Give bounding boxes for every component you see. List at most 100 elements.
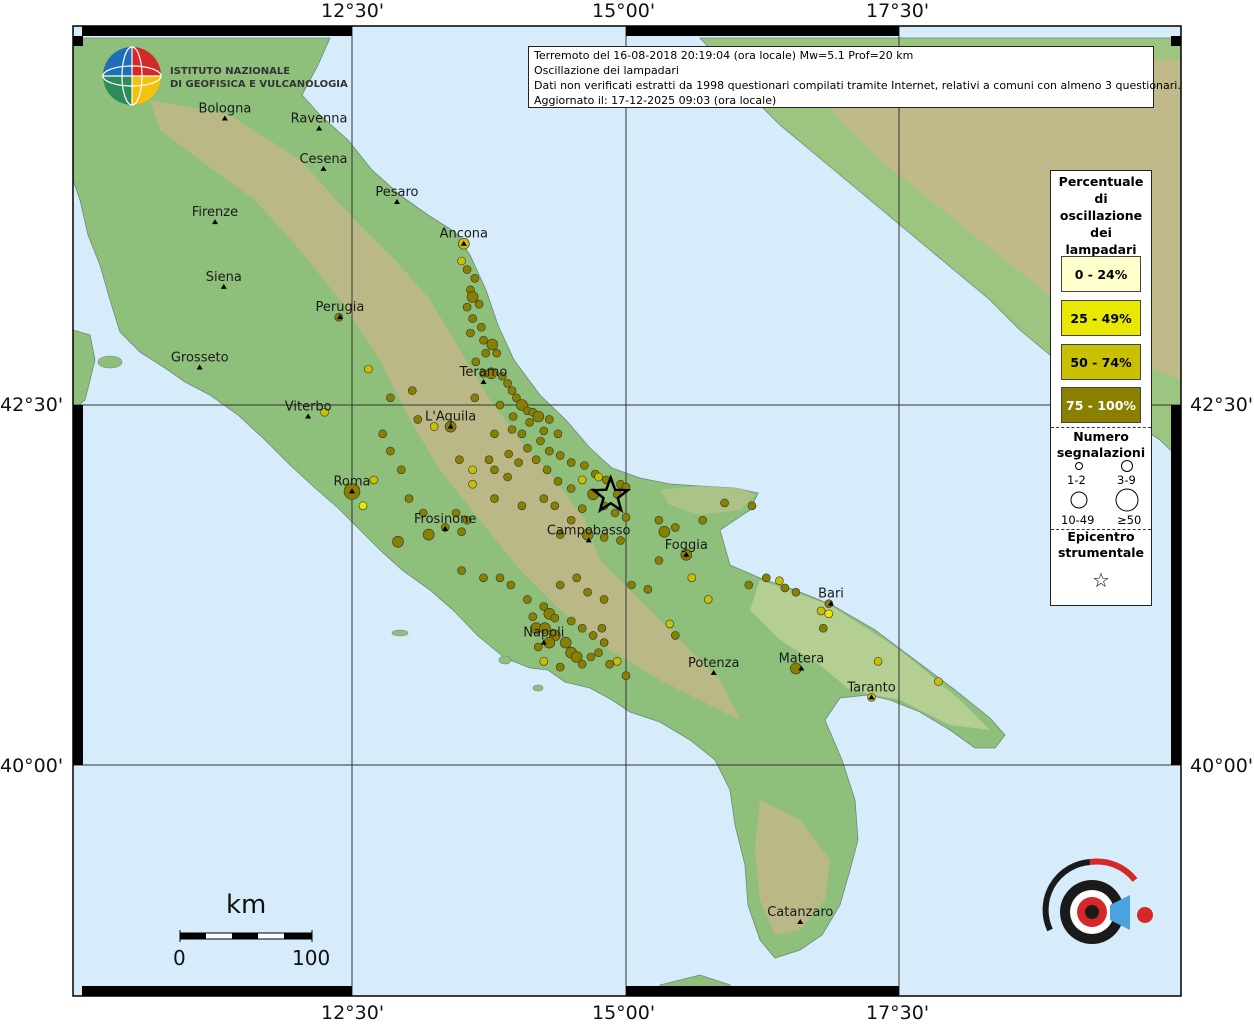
legend-title-line: oscillazione <box>1059 208 1143 223</box>
observation-point <box>455 455 464 465</box>
observation-point <box>577 623 587 633</box>
observation-point <box>658 525 671 538</box>
observation-point <box>612 656 622 666</box>
observation-point <box>627 580 636 590</box>
size-label-10-49: 10-49 <box>1061 513 1095 527</box>
observation-point <box>621 671 631 681</box>
observation-point <box>780 583 790 593</box>
observation-point <box>597 623 607 633</box>
observation-point <box>490 429 499 439</box>
ingv-logo-icon <box>102 46 162 106</box>
observation-point <box>643 584 653 594</box>
city-label: Frosinone <box>414 512 476 527</box>
city-label: L'Aquila <box>425 410 476 425</box>
city-label: Ravenna <box>291 112 348 127</box>
city-label: Taranto <box>846 680 895 695</box>
observation-point <box>492 348 502 358</box>
observation-point <box>525 417 534 427</box>
event-line: Terremoto del 16-08-2018 20:19:04 (ora l… <box>534 49 914 62</box>
observation-point <box>654 556 664 565</box>
city-label: Bologna <box>198 101 251 116</box>
observation-point <box>532 410 545 423</box>
observation-point <box>594 648 603 658</box>
observation-point <box>544 446 554 456</box>
observation-point <box>577 659 587 669</box>
observation-point <box>670 523 680 532</box>
observation-point <box>816 606 826 616</box>
observation-point <box>507 425 517 434</box>
lat-label-left-2: 40°00' <box>0 755 64 777</box>
observation-point <box>698 515 708 525</box>
observation-point <box>486 338 499 351</box>
observation-point <box>528 612 538 622</box>
observation-point <box>504 449 514 459</box>
observation-point <box>523 443 532 453</box>
observation-point <box>550 613 560 623</box>
city-label: Ancona <box>440 227 488 242</box>
observation-point <box>720 498 729 508</box>
observation-point <box>605 659 614 669</box>
observation-point <box>503 379 512 388</box>
ingv-logo-text: ISTITUTO NAZIONALE DI GEOFISICA E VULCAN… <box>170 65 348 91</box>
size-label-50: ≥50 <box>1117 513 1142 527</box>
map-type-line: Oscillazione dei lampadari <box>534 64 679 77</box>
observation-point <box>404 494 414 503</box>
observation-point <box>479 573 488 583</box>
observation-point <box>531 455 541 465</box>
event-info-box: Terremoto del 16-08-2018 20:19:04 (ora l… <box>528 46 1181 108</box>
observation-point <box>479 335 488 345</box>
observation-point <box>744 580 754 590</box>
city-label: Teramo <box>459 365 508 380</box>
observation-point <box>550 501 560 511</box>
lon-label-top-1: 12°30' <box>321 0 385 22</box>
legend-class-25-49: 25 - 49% <box>1061 300 1141 336</box>
observation-point <box>539 656 549 666</box>
observation-point <box>586 652 596 662</box>
count-title-1: Numero <box>1073 429 1129 444</box>
scale-min: 0 <box>173 946 186 970</box>
city-label: Bari <box>818 587 844 602</box>
observation-point <box>934 677 943 686</box>
city-label: Napoli <box>523 626 564 641</box>
observation-point <box>566 458 576 467</box>
observation-point <box>457 566 466 575</box>
observation-point <box>503 472 512 482</box>
legend-class-0-24: 0 - 24% <box>1061 256 1141 292</box>
observation-point <box>392 535 404 548</box>
observation-point <box>791 587 801 597</box>
city-label: Foggia <box>665 538 708 553</box>
observation-point <box>490 465 499 475</box>
lat-label-right-2: 40°00' <box>1190 755 1254 777</box>
observation-point <box>422 528 435 541</box>
observation-point <box>553 429 563 439</box>
observation-point <box>747 501 757 511</box>
observation-point <box>775 576 784 586</box>
city-label: Cesena <box>299 152 347 167</box>
observation-point <box>594 472 603 482</box>
observation-point <box>588 631 598 640</box>
observation-point <box>665 619 675 629</box>
legend-divider <box>1051 427 1151 428</box>
observation-point <box>824 609 834 619</box>
legend: Percentuale di oscillazione dei lampadar… <box>1050 170 1152 606</box>
island-ponza <box>391 629 409 637</box>
observation-point <box>369 475 379 485</box>
legend-class-75-100: 75 - 100% <box>1061 387 1141 423</box>
observation-point <box>490 494 499 503</box>
observation-point <box>536 436 545 446</box>
observation-point <box>670 631 680 640</box>
city-label: Firenze <box>192 205 238 220</box>
ingv-name-line-1: ISTITUTO NAZIONALE <box>170 66 291 77</box>
epicenter-star-icon: ☆ <box>1092 568 1110 592</box>
lon-label-top-3: 17°30' <box>866 0 930 22</box>
observation-point <box>495 400 505 410</box>
city-label: Perugia <box>316 300 365 315</box>
epicenter-title-1: Epicentro <box>1067 529 1135 544</box>
observation-point <box>506 580 516 590</box>
observation-point <box>621 512 631 522</box>
city-label: Roma <box>333 474 370 489</box>
lon-label-bottom-1: 12°30' <box>321 1002 385 1024</box>
observation-point <box>457 527 466 537</box>
island-capri <box>532 684 544 692</box>
city-label: Siena <box>206 270 242 285</box>
